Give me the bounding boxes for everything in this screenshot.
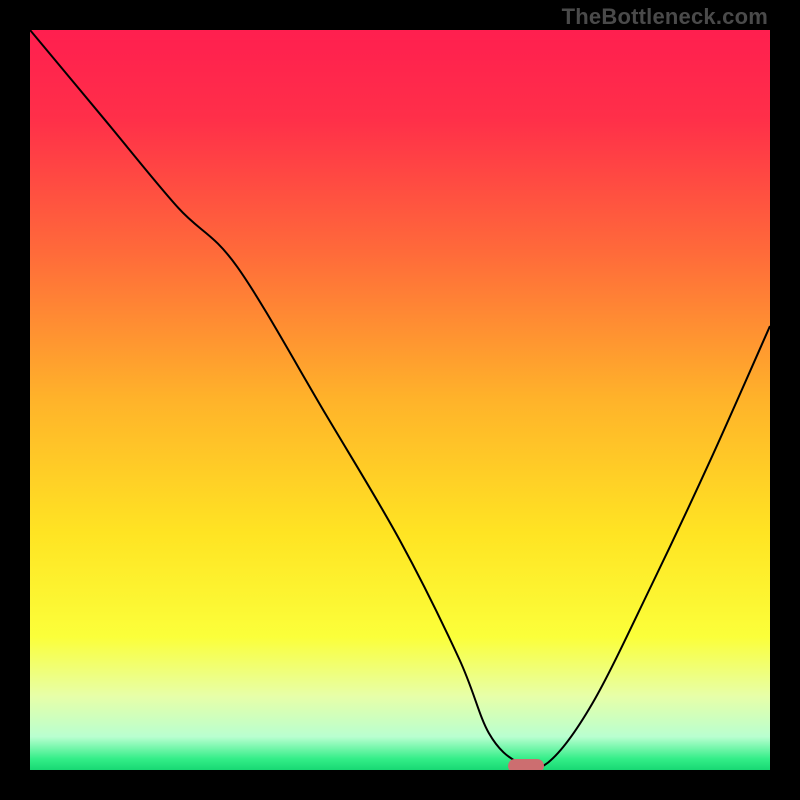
plot-area xyxy=(30,30,770,770)
optimum-marker xyxy=(508,759,544,770)
chart-frame: TheBottleneck.com xyxy=(0,0,800,800)
watermark-text: TheBottleneck.com xyxy=(562,4,768,30)
bottleneck-curve xyxy=(30,30,770,770)
